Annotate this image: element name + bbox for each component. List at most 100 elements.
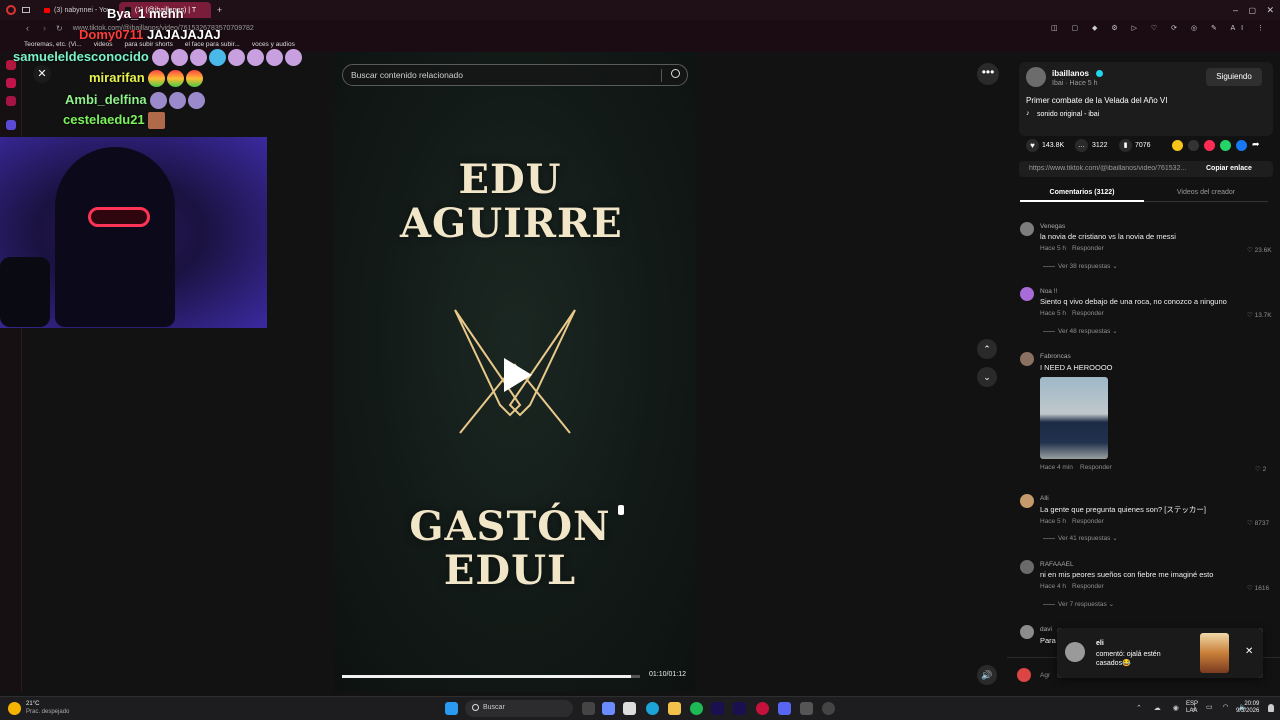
user-avatar[interactable]	[1017, 668, 1031, 682]
close-window-icon[interactable]: ✕	[1266, 5, 1274, 16]
reply-button[interactable]: Responder	[1072, 518, 1104, 525]
chat-username: samueleldesconocido	[13, 49, 149, 64]
comment-author[interactable]: Fabroncas	[1040, 353, 1071, 360]
like-icon[interactable]: ♥	[1026, 139, 1039, 152]
bookmark-icon[interactable]: ▮	[1119, 139, 1132, 152]
replies-line	[1043, 603, 1055, 605]
sound-name[interactable]: sonido original - ibai	[1037, 111, 1099, 118]
maximize-icon[interactable]: ▢	[1248, 6, 1256, 15]
task-view-icon[interactable]	[582, 702, 595, 715]
share-coin-icon[interactable]	[1172, 140, 1183, 151]
creator-avatar[interactable]	[1026, 67, 1046, 87]
comment-avatar[interactable]	[1020, 287, 1034, 301]
previous-video-icon[interactable]: ⌃	[977, 339, 997, 359]
new-tab-icon[interactable]: +	[217, 5, 222, 15]
facebook-icon[interactable]	[1236, 140, 1247, 151]
back-icon[interactable]: ‹	[26, 23, 29, 33]
related-search-input[interactable]: Buscar contenido relacionado	[342, 64, 688, 86]
copy-link-button[interactable]: Copiar enlace	[1206, 165, 1252, 172]
comment-like-count: 8737	[1254, 520, 1270, 527]
comment-time: Hace 5 h	[1040, 245, 1067, 252]
comment-icon[interactable]: …	[1075, 139, 1088, 152]
copilot-icon[interactable]	[602, 702, 615, 715]
browser-tab-youtube[interactable]: (3) nabynnei - You	[38, 2, 117, 18]
premiere-icon[interactable]	[733, 702, 746, 715]
comment-avatar[interactable]	[1020, 560, 1034, 574]
forward-icon[interactable]: ›	[43, 23, 46, 33]
browser-logo-icon[interactable]	[6, 5, 16, 15]
tab-creator-videos[interactable]: Videos del creador	[1144, 189, 1268, 196]
comment-author[interactable]: Venegas	[1040, 223, 1065, 230]
comment-author[interactable]: Noa !!	[1040, 288, 1057, 295]
view-replies[interactable]: Ver 41 respuestas ⌄	[1043, 534, 1118, 542]
reply-button[interactable]: Responder	[1072, 583, 1104, 590]
volume-icon[interactable]: 🔊	[977, 665, 997, 685]
sidebar-app-icon[interactable]	[5, 78, 16, 88]
comment-likes[interactable]: ♡ 2	[1255, 465, 1266, 473]
comment-likes[interactable]: ♡ 8737	[1247, 519, 1269, 527]
spotify-icon[interactable]	[690, 702, 703, 715]
taskbar-search[interactable]: Buscar	[465, 700, 573, 717]
language-indicator[interactable]: ESP LAA	[1186, 701, 1198, 715]
notification-toast[interactable]: eli comentó: ojalá estén casados😂 ✕	[1057, 628, 1263, 678]
comment-author[interactable]: davi	[1040, 626, 1052, 633]
replies-line	[1043, 330, 1055, 332]
reply-button[interactable]: Responder	[1080, 464, 1112, 471]
reply-button[interactable]: Responder	[1072, 310, 1104, 317]
view-replies[interactable]: Ver 7 respuestas ⌄	[1043, 600, 1114, 608]
notification-bell-icon[interactable]	[1268, 704, 1274, 712]
toast-close-icon[interactable]: ✕	[1245, 646, 1253, 657]
comment-likes[interactable]: ♡ 1616	[1247, 584, 1269, 592]
creator-name[interactable]: ibaillanos	[1052, 69, 1089, 78]
comment-likes[interactable]: ♡ 13.7K	[1247, 311, 1272, 319]
heart-icon: ♡	[1247, 247, 1255, 254]
comment-image[interactable]	[1040, 377, 1108, 459]
bookmark-item[interactable]: voces y audios	[252, 41, 295, 48]
view-replies[interactable]: Ver 48 respuestas ⌄	[1043, 327, 1118, 335]
discord-icon[interactable]	[778, 702, 791, 715]
obs-icon[interactable]	[822, 702, 835, 715]
comment-avatar[interactable]	[1020, 222, 1034, 236]
chat-username: Bya_1	[107, 6, 146, 21]
comment-avatar[interactable]	[1020, 494, 1034, 508]
search-icon[interactable]	[671, 69, 680, 78]
sidebar-app-icon[interactable]	[5, 120, 16, 130]
edge-icon[interactable]	[646, 702, 659, 715]
comment-author[interactable]: Alli	[1040, 495, 1049, 502]
reload-icon[interactable]: ↻	[56, 24, 63, 33]
whatsapp-icon[interactable]	[1220, 140, 1231, 151]
emote-icon	[188, 92, 206, 110]
weather-icon[interactable]	[8, 702, 21, 715]
embed-icon[interactable]	[1188, 140, 1199, 151]
app-icon[interactable]	[800, 702, 813, 715]
windows-start-icon[interactable]	[445, 702, 458, 715]
next-video-icon[interactable]: ⌄	[977, 367, 997, 387]
reply-button[interactable]: Responder	[1072, 245, 1104, 252]
comment-avatar[interactable]	[1020, 625, 1034, 639]
tab-manager-icon[interactable]	[22, 7, 30, 13]
after-effects-icon[interactable]	[711, 702, 724, 715]
play-icon[interactable]	[504, 358, 532, 392]
share-arrow-icon[interactable]: ➦	[1252, 139, 1260, 150]
video-progress-bar[interactable]	[342, 675, 640, 678]
store-icon[interactable]	[623, 702, 636, 715]
more-options-icon[interactable]: •••	[977, 63, 999, 85]
send-icon[interactable]	[1204, 140, 1215, 151]
video-link[interactable]: https://www.tiktok.com/@ibaillanos/video…	[1029, 165, 1201, 172]
tab-comments[interactable]: Comentarios (3122)	[1020, 189, 1144, 196]
view-replies[interactable]: Ver 38 respuestas ⌄	[1043, 262, 1118, 270]
following-button[interactable]: Siguiendo	[1206, 68, 1262, 86]
comment-input[interactable]: Agr	[1040, 672, 1050, 679]
clock[interactable]: 20:09 9/3/2026	[1236, 701, 1259, 715]
minimize-icon[interactable]: –	[1233, 5, 1238, 15]
close-icon[interactable]: ✕	[33, 65, 51, 83]
bookmark-item[interactable]: Teoremas, etc. (Vi...	[24, 41, 82, 48]
comment-author[interactable]: RAFAAAEL	[1040, 561, 1074, 568]
comment-likes[interactable]: ♡ 23.6K	[1247, 246, 1272, 254]
sidebar-app-icon[interactable]	[5, 96, 16, 106]
file-explorer-icon[interactable]	[668, 702, 681, 715]
comment-avatar[interactable]	[1020, 352, 1034, 366]
video-time: 01:10/01:12	[649, 671, 686, 678]
extensions-icons[interactable]: ◫ ▢ ◆ ⚙ ▷ ♡ ⟳ ◎ ✎ AI ⋮	[1051, 24, 1270, 32]
opera-icon[interactable]	[756, 702, 769, 715]
